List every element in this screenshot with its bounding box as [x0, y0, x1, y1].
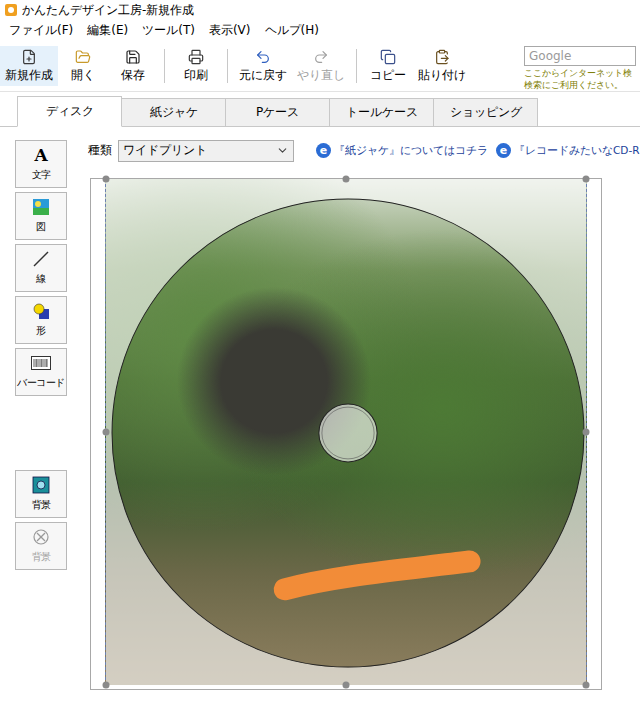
tool-button[interactable]: 形	[15, 296, 67, 344]
toolbar-separator	[164, 49, 165, 83]
resize-handle[interactable]	[103, 175, 110, 182]
chevron-down-icon	[276, 144, 289, 157]
resize-handle[interactable]	[103, 428, 110, 435]
background-button[interactable]: 背景	[15, 470, 67, 518]
tool-button[interactable]: A文字	[15, 140, 67, 188]
kind-label: 種類	[88, 142, 112, 159]
menu-item[interactable]: ツール(T)	[135, 21, 202, 40]
line-icon	[32, 250, 50, 268]
text-icon: A	[34, 147, 47, 164]
title-bar: かんたんデザイン工房-新規作成	[0, 0, 640, 20]
toolbar-button[interactable]: 貼り付け	[413, 46, 471, 86]
toolbar-icon	[188, 49, 204, 65]
link-group: e『紙ジャケ』についてはコチラ e『レコードみたいなCD-R	[316, 143, 640, 158]
toolbar-icon	[75, 49, 91, 65]
search-panel: Google ここからインターネット検検索にご利用ください。	[524, 42, 638, 91]
resize-handle[interactable]	[343, 175, 350, 182]
image-icon	[32, 198, 50, 216]
toolbar-icon	[125, 49, 141, 65]
browser-icon: e	[496, 143, 511, 158]
toolbar-button[interactable]: 保存	[108, 46, 158, 86]
resize-handle[interactable]	[343, 681, 350, 688]
toolbar-button[interactable]: 開く	[58, 46, 108, 86]
tab[interactable]: 紙ジャケ	[121, 98, 226, 126]
menu-item[interactable]: 表示(V)	[202, 21, 258, 40]
tool-button[interactable]: 図	[15, 192, 67, 240]
toolbar-button[interactable]: 印刷	[171, 46, 221, 86]
shape-icon	[32, 302, 50, 320]
barcode-icon	[31, 356, 51, 370]
toolbar-icon	[255, 49, 271, 65]
tab[interactable]: トールケース	[329, 98, 434, 126]
toolbar-icon	[21, 49, 37, 65]
app-icon	[4, 3, 18, 17]
toolbar-button[interactable]: 元に戻す	[234, 46, 292, 86]
toolbar-icon	[434, 49, 450, 65]
resize-handle[interactable]	[583, 175, 590, 182]
toolbar: 新規作成開く保存印刷元に戻すやり直しコピー貼り付け Google ここからインターネ…	[0, 42, 640, 92]
tab[interactable]: ショッピング	[433, 98, 538, 126]
search-hint: 検索にご利用ください。	[524, 80, 638, 90]
toolbar-group: コピー貼り付け	[363, 46, 471, 86]
menu-item[interactable]: 編集(E)	[80, 21, 135, 40]
workspace: A文字図線形バーコード背景背景種類ワイドプリントe『紙ジャケ』についてはコチラe…	[0, 127, 640, 726]
remove-background-icon	[32, 528, 50, 546]
toolbar-button[interactable]: コピー	[363, 46, 413, 86]
help-link[interactable]: e『レコードみたいなCD-R	[496, 143, 640, 158]
browser-icon: e	[316, 143, 331, 158]
tool-column: A文字図線形バーコード背景背景	[0, 127, 67, 726]
resize-handle[interactable]	[103, 681, 110, 688]
toolbar-button: やり直し	[292, 46, 350, 86]
tab[interactable]: ディスク	[17, 96, 122, 127]
toolbar-separator	[227, 49, 228, 83]
toolbar-group: 元に戻すやり直し	[234, 46, 350, 86]
toolbar-separator	[356, 49, 357, 83]
toolbar-group: 印刷	[171, 46, 221, 86]
tool-button[interactable]: 線	[15, 244, 67, 292]
kind-select[interactable]: ワイドプリント	[118, 140, 294, 162]
toolbar-button[interactable]: 新規作成	[0, 46, 58, 86]
tab-bar: ディスク紙ジャケPケーストールケースショッピング	[0, 92, 640, 127]
resize-handle[interactable]	[583, 428, 590, 435]
tool-button[interactable]: バーコード	[15, 348, 67, 396]
tab[interactable]: Pケース	[225, 98, 330, 126]
menu-item[interactable]: ファイル(F)	[2, 21, 80, 40]
search-hint: ここからインターネット検	[524, 68, 638, 78]
resize-handle[interactable]	[583, 681, 590, 688]
menu-bar: ファイル(F)編集(E)ツール(T)表示(V)ヘルプ(H)	[0, 20, 640, 40]
window-title: かんたんデザイン工房-新規作成	[22, 2, 194, 19]
disc-template	[106, 179, 586, 685]
background-icon	[32, 476, 50, 494]
editor: 種類ワイドプリント e『紙ジャケ』についてはコチラ e『レコードみたいなCD-R	[67, 127, 640, 726]
app-window: かんたんデザイン工房-新規作成ファイル(F)編集(E)ツール(T)表示(V)ヘル…	[0, 0, 640, 726]
design-canvas	[90, 178, 602, 690]
background-button: 背景	[15, 522, 67, 570]
kind-row: 種類ワイドプリント e『紙ジャケ』についてはコチラ e『レコードみたいなCD-R	[88, 140, 640, 162]
menu-item[interactable]: ヘルプ(H)	[258, 21, 326, 40]
toolbar-icon	[380, 49, 396, 65]
background-photo[interactable]	[105, 179, 587, 685]
toolbar-icon	[313, 49, 329, 65]
search-input[interactable]: Google	[524, 46, 636, 66]
help-link[interactable]: e『紙ジャケ』についてはコチラ	[316, 143, 488, 158]
toolbar-group: 新規作成開く保存	[0, 46, 158, 86]
